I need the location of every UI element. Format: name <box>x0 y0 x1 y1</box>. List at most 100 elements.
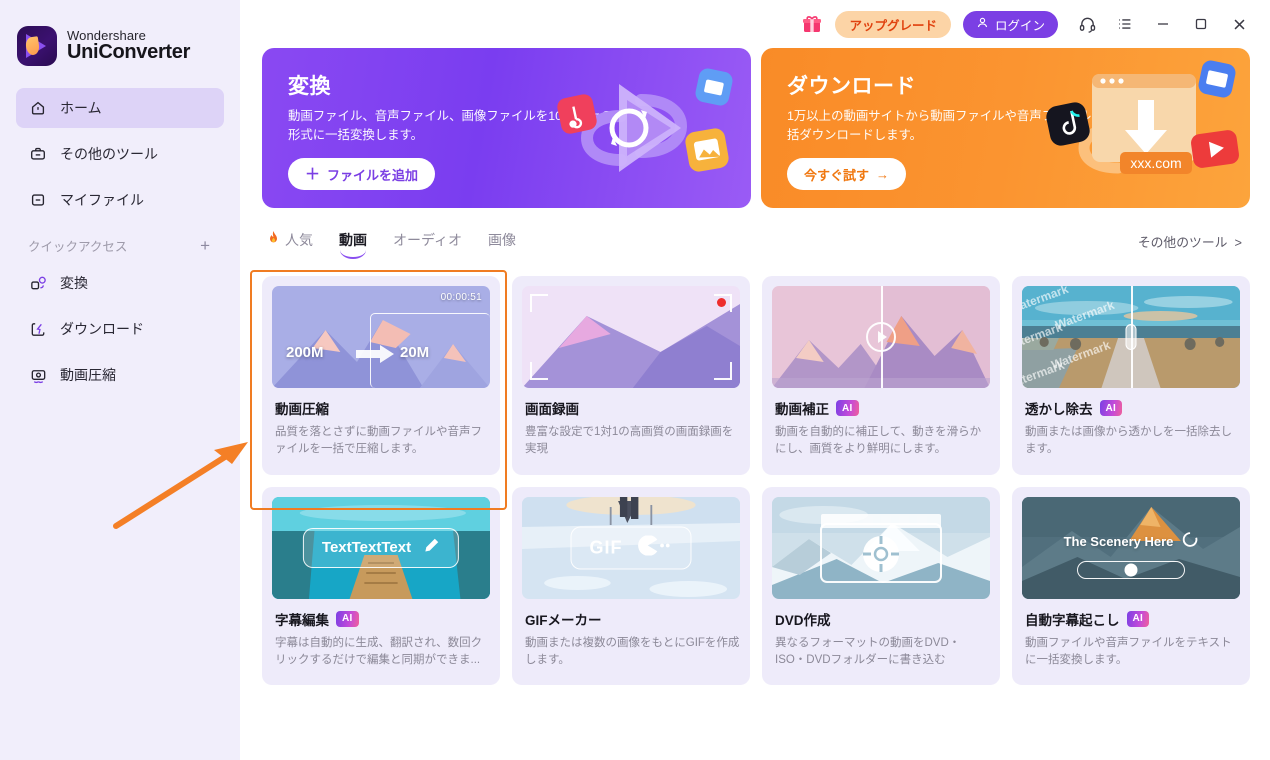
promo-banners: 変換 動画ファイル、音声ファイル、画像ファイルを1000以上の形式に一括変換しま… <box>262 48 1250 208</box>
gif-overlay: GIF <box>570 526 692 569</box>
transcribe-overlay: The Scenery Here <box>1064 531 1199 551</box>
sidebar-item-more-tools[interactable]: その他のツール <box>16 134 224 174</box>
compress-arrow-icon <box>356 345 394 363</box>
toolbox-icon <box>28 144 48 164</box>
titlebar: アップグレード ログイン <box>240 0 1270 48</box>
tool-card-watermark-removal[interactable]: Watermark Watermark Watermark Watermark … <box>1012 276 1250 475</box>
tool-card-subtitle-edit[interactable]: TextTextText 字幕編集 AI 字幕は自動的に生成、翻訳され、数回クリ… <box>262 486 500 685</box>
fire-icon <box>267 231 280 248</box>
card-title: 字幕編集 AI <box>275 609 490 629</box>
home-icon <box>28 98 48 118</box>
sidebar-item-my-files[interactable]: マイファイル <box>16 180 224 220</box>
compare-slider-handle[interactable] <box>1125 324 1137 350</box>
sidebar: Wondershare UniConverter ホーム その他のツール マイフ… <box>0 0 240 760</box>
quick-access-header: クイックアクセス + <box>0 226 240 261</box>
card-desc: 動画または複数の画像をもとにGIFを作成します。 <box>525 636 740 666</box>
sidebar-item-video-compress[interactable]: 動画圧縮 <box>16 355 224 395</box>
card-title-text: 透かし除去 <box>1025 402 1093 417</box>
list-menu-icon[interactable] <box>1106 4 1144 44</box>
tool-card-dvd-creation[interactable]: DVD作成 異なるフォーマットの動画をDVD・ISO・DVDフォルダーに書き込む <box>762 486 1000 685</box>
card-title-text: 字幕編集 <box>275 612 329 628</box>
card-title: GIFメーカー <box>525 609 740 629</box>
tab-label: 画像 <box>488 231 517 248</box>
size-before-label: 200M <box>286 344 324 361</box>
tab-audio[interactable]: オーディオ <box>393 230 462 253</box>
card-desc: 異なるフォーマットの動画をDVD・ISO・DVDフォルダーに書き込む <box>775 636 961 666</box>
play-icon <box>866 322 896 352</box>
card-thumbnail <box>772 496 990 599</box>
more-tools-label: その他のツール <box>1137 234 1228 250</box>
watermark-text: Watermark <box>1053 297 1117 333</box>
record-dot-icon <box>717 298 726 307</box>
duration-badge: 00:00:51 <box>440 292 482 303</box>
dvd-film-icon <box>817 510 945 586</box>
card-title: 動画補正 AI <box>775 398 990 418</box>
download-banner-illustration: xxx.com <box>1000 48 1250 208</box>
gif-overlay-text: GIF <box>589 537 623 557</box>
plus-icon[interactable]: + <box>198 237 212 254</box>
sidebar-item-label: 動画圧縮 <box>60 367 116 383</box>
card-thumbnail: Watermark Watermark Watermark Watermark … <box>1022 286 1240 388</box>
login-button[interactable]: ログイン <box>962 10 1058 38</box>
minimize-icon[interactable] <box>1144 4 1182 44</box>
sidebar-item-label: ダウンロード <box>60 321 144 337</box>
tool-card-screen-record[interactable]: 画面録画 豊富な設定で1対1の高画質の画面録画を実現 <box>512 276 750 475</box>
maximize-icon[interactable] <box>1182 4 1220 44</box>
tool-card-auto-transcribe[interactable]: The Scenery Here 自動字幕起こし AI 動画ファイルや音声ファイ… <box>1012 486 1250 685</box>
tool-card-video-enhance[interactable]: 動画補正 AI 動画を自動的に補正して、動きを滑らかにし、画質をより鮮明にします… <box>762 276 1000 475</box>
app-window: Wondershare UniConverter ホーム その他のツール マイフ… <box>0 0 1270 760</box>
ai-badge: AI <box>1126 610 1150 627</box>
headset-icon[interactable] <box>1068 4 1106 44</box>
card-title-text: DVD作成 <box>775 612 831 628</box>
banner-download[interactable]: ダウンロード 1万以上の動画サイトから動画ファイルや音声ファイルを一括ダウンロー… <box>761 48 1250 208</box>
card-title-text: 画面録画 <box>525 402 579 417</box>
chevron-right-icon: > <box>1230 234 1242 250</box>
try-now-button[interactable]: 今すぐ試す → <box>787 158 907 191</box>
subtitle-overlay: TextTextText <box>302 527 460 568</box>
ai-badge: AI <box>336 610 359 627</box>
upgrade-label: アップグレード <box>849 18 937 33</box>
add-file-button[interactable]: ＋ ファイルを追加 <box>288 158 436 191</box>
login-label: ログイン <box>994 18 1045 33</box>
size-after-label: 20M <box>400 344 430 361</box>
convert-banner-illustration <box>501 48 751 208</box>
tool-card-video-compress[interactable]: 00:00:51 200M 20M 動画圧縮 品質を落とさずに動画ファイルや音声… <box>262 276 500 475</box>
sidebar-item-download[interactable]: ダウンロード <box>16 309 224 349</box>
arrow-right-icon: → <box>876 166 890 182</box>
tab-video[interactable]: 動画 <box>339 230 367 253</box>
watermark-overlay: Watermark Watermark Watermark Watermark … <box>1022 286 1131 388</box>
tab-label: オーディオ <box>393 231 463 248</box>
card-title: DVD作成 <box>775 609 990 629</box>
download-url-label: xxx.com <box>1130 155 1181 171</box>
card-desc: 動画ファイルや音声ファイルをテキストに一括変換します。 <box>1025 636 1232 666</box>
tab-label: 動画 <box>339 231 367 248</box>
upgrade-button[interactable]: アップグレード <box>835 10 951 38</box>
card-thumbnail: TextTextText <box>272 496 490 599</box>
sidebar-item-home[interactable]: ホーム <box>16 88 224 128</box>
card-desc: 品質を落とさずに動画ファイルや音声ファイルを一括で圧縮します。 <box>275 426 482 456</box>
tool-card-gif-maker[interactable]: GIF GIFメーカー 動画または複数の画像をもとにGIFを作成します。 <box>512 486 750 685</box>
card-title-text: 動画圧縮 <box>275 402 329 417</box>
sidebar-item-label: 変換 <box>60 275 88 291</box>
gift-icon[interactable] <box>795 13 829 35</box>
card-desc: 豊富な設定で1対1の高画質の画面録画を実現 <box>525 426 734 456</box>
tab-popular[interactable]: 人気 <box>267 230 313 253</box>
pacman-icon <box>635 534 673 560</box>
progress-slider[interactable] <box>1077 560 1185 579</box>
ai-badge: AI <box>836 400 859 416</box>
banner-convert[interactable]: 変換 動画ファイル、音声ファイル、画像ファイルを1000以上の形式に一括変換しま… <box>262 48 751 208</box>
close-icon[interactable] <box>1220 4 1258 44</box>
card-thumbnail: The Scenery Here <box>1022 496 1240 599</box>
try-now-label: 今すぐ試す <box>804 167 870 183</box>
convert-icon <box>28 273 48 293</box>
watermark-text: Watermark <box>1022 319 1065 355</box>
tab-image[interactable]: 画像 <box>488 230 516 253</box>
uniconverter-logo-icon <box>17 26 57 66</box>
more-tools-link[interactable]: その他のツール > <box>1138 232 1250 251</box>
sidebar-item-label: ホーム <box>60 100 102 116</box>
progress-knob[interactable] <box>1124 563 1138 577</box>
sidebar-item-convert[interactable]: 変換 <box>16 263 224 303</box>
card-thumbnail: GIF <box>522 496 740 599</box>
sidebar-nav: ホーム その他のツール マイファイル <box>0 72 240 220</box>
card-title-text: 自動字幕起こし <box>1025 612 1120 628</box>
